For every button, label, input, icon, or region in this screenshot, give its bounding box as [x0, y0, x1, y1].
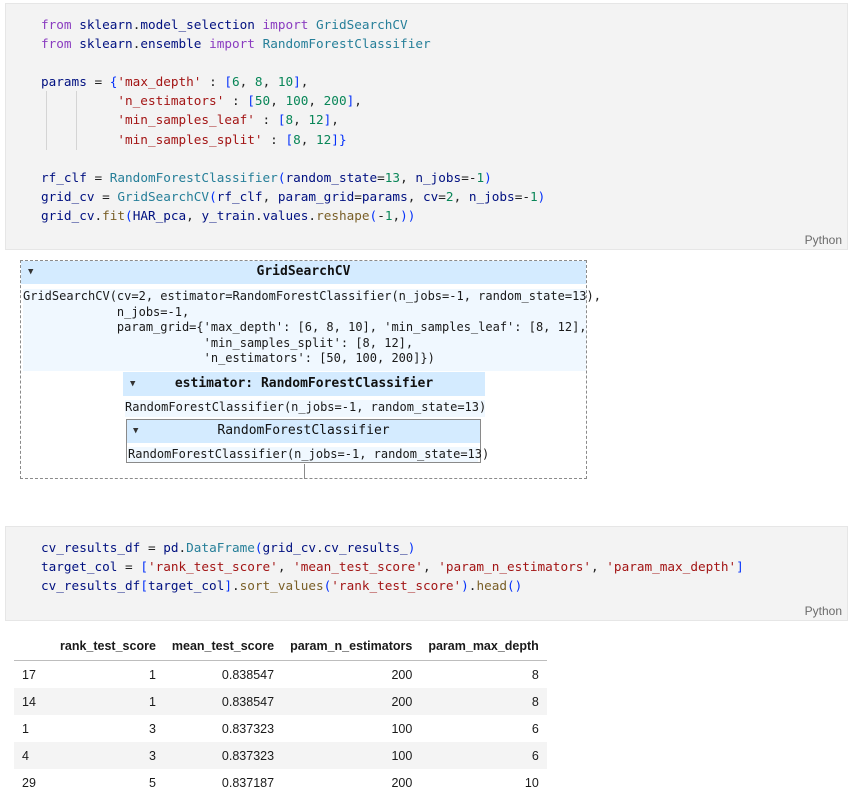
gridsearchcv-title: GridSearchCV	[256, 264, 351, 279]
table-cell: 6	[420, 742, 547, 769]
row-index: 29	[22, 775, 36, 790]
table-row: 14 1 0.838547 200 8	[14, 688, 547, 715]
column-header: rank_test_score	[52, 631, 164, 661]
estimator-repr: RandomForestClassifier(n_jobs=-1, random…	[125, 400, 486, 417]
table-cell: 5	[148, 775, 156, 790]
dataframe-table: rank_test_score mean_test_score param_n_…	[14, 631, 547, 796]
column-header: mean_test_score	[163, 631, 283, 661]
column-header	[14, 631, 52, 661]
gridsearchcv-repr: GridSearchCV(cv=2, estimator=RandomFores…	[23, 289, 601, 371]
row-index: 14	[14, 688, 52, 715]
table-row: 29 5 0.837187 200 10	[14, 769, 547, 796]
table-cell: 0.838547	[163, 688, 283, 715]
row-index: 1	[22, 721, 29, 736]
table-cell: 3	[148, 721, 156, 736]
table-cell: 10	[524, 775, 539, 790]
table-cell: 0.837323	[163, 742, 283, 769]
code-editor[interactable]: cv_results_df = pd.DataFrame(grid_cv.cv_…	[41, 538, 744, 595]
table-cell: 0.837323	[221, 721, 275, 736]
estimator-title: estimator: RandomForestClassifier	[174, 376, 434, 391]
table-cell: 1	[148, 667, 156, 682]
estimator-diagram: ▼ GridSearchCV GridSearchCV(cv=2, estima…	[20, 260, 601, 479]
table-cell: 0.838547	[221, 667, 275, 682]
random-forest-repr: RandomForestClassifier(n_jobs=-1, random…	[128, 447, 490, 462]
table-cell: 100	[391, 721, 413, 736]
code-line: rf_clf = RandomForestClassifier(random_s…	[41, 169, 492, 185]
code-cell-2[interactable]: cv_results_df = pd.DataFrame(grid_cv.cv_…	[5, 526, 848, 621]
table-cell: 8	[531, 667, 539, 682]
code-line: grid_cv = GridSearchCV(rf_clf, param_gri…	[41, 188, 546, 204]
column-header: param_max_depth	[420, 631, 547, 661]
cell-language-label[interactable]: Python	[805, 604, 842, 618]
table-row: 17 1 0.838547 200 8	[14, 661, 547, 689]
code-line: cv_results_df = pd.DataFrame(grid_cv.cv_…	[41, 540, 416, 555]
random-forest-toggle[interactable]: ▼ RandomForestClassifier	[127, 420, 480, 443]
estimator-toggle[interactable]: ▼ estimator: RandomForestClassifier	[123, 372, 485, 396]
table-cell: 200	[391, 775, 413, 790]
row-index: 4	[14, 742, 52, 769]
table-cell: 6	[531, 721, 539, 736]
code-line: from sklearn.model_selection import Grid…	[41, 17, 408, 32]
gridsearchcv-toggle[interactable]: ▼ GridSearchCV	[21, 261, 586, 284]
code-line: 'n_estimators' : [50, 100, 200],	[117, 93, 362, 109]
cell-language-label[interactable]: Python	[805, 233, 842, 247]
code-editor[interactable]: from sklearn.model_selection import Grid…	[41, 15, 545, 225]
code-line: 'min_samples_split' : [8, 12]}	[117, 131, 347, 147]
code-line: grid_cv.fit(HAR_pca, y_train.values.resh…	[41, 207, 416, 223]
column-header: param_n_estimators	[282, 631, 421, 661]
table-cell: 200	[282, 688, 421, 715]
code-line: 'min_samples_leaf' : [8, 12],	[117, 112, 339, 128]
table-row: 4 3 0.837323 100 6	[14, 742, 547, 769]
code-line: target_col = ['rank_test_score', 'mean_t…	[41, 559, 744, 575]
random-forest-title: RandomForestClassifier	[217, 423, 390, 438]
code-line: cv_results_df[target_col].sort_values('r…	[41, 578, 523, 594]
table-cell: 3	[52, 742, 164, 769]
table-cell: 0.837187	[221, 775, 275, 790]
code-cell-1[interactable]: from sklearn.model_selection import Grid…	[5, 3, 848, 250]
table-cell: 100	[282, 742, 421, 769]
table-cell: 1	[52, 688, 164, 715]
connector-line	[304, 464, 305, 479]
code-line: from sklearn.ensemble import RandomFores…	[41, 36, 431, 52]
table-row: 1 3 0.837323 100 6	[14, 715, 547, 742]
table-cell: 8	[420, 688, 547, 715]
code-line: params = {'max_depth' : [6, 8, 10],	[41, 74, 309, 90]
table-header-row: rank_test_score mean_test_score param_n_…	[14, 631, 547, 661]
row-index: 17	[22, 667, 36, 682]
table-cell: 200	[391, 667, 413, 682]
